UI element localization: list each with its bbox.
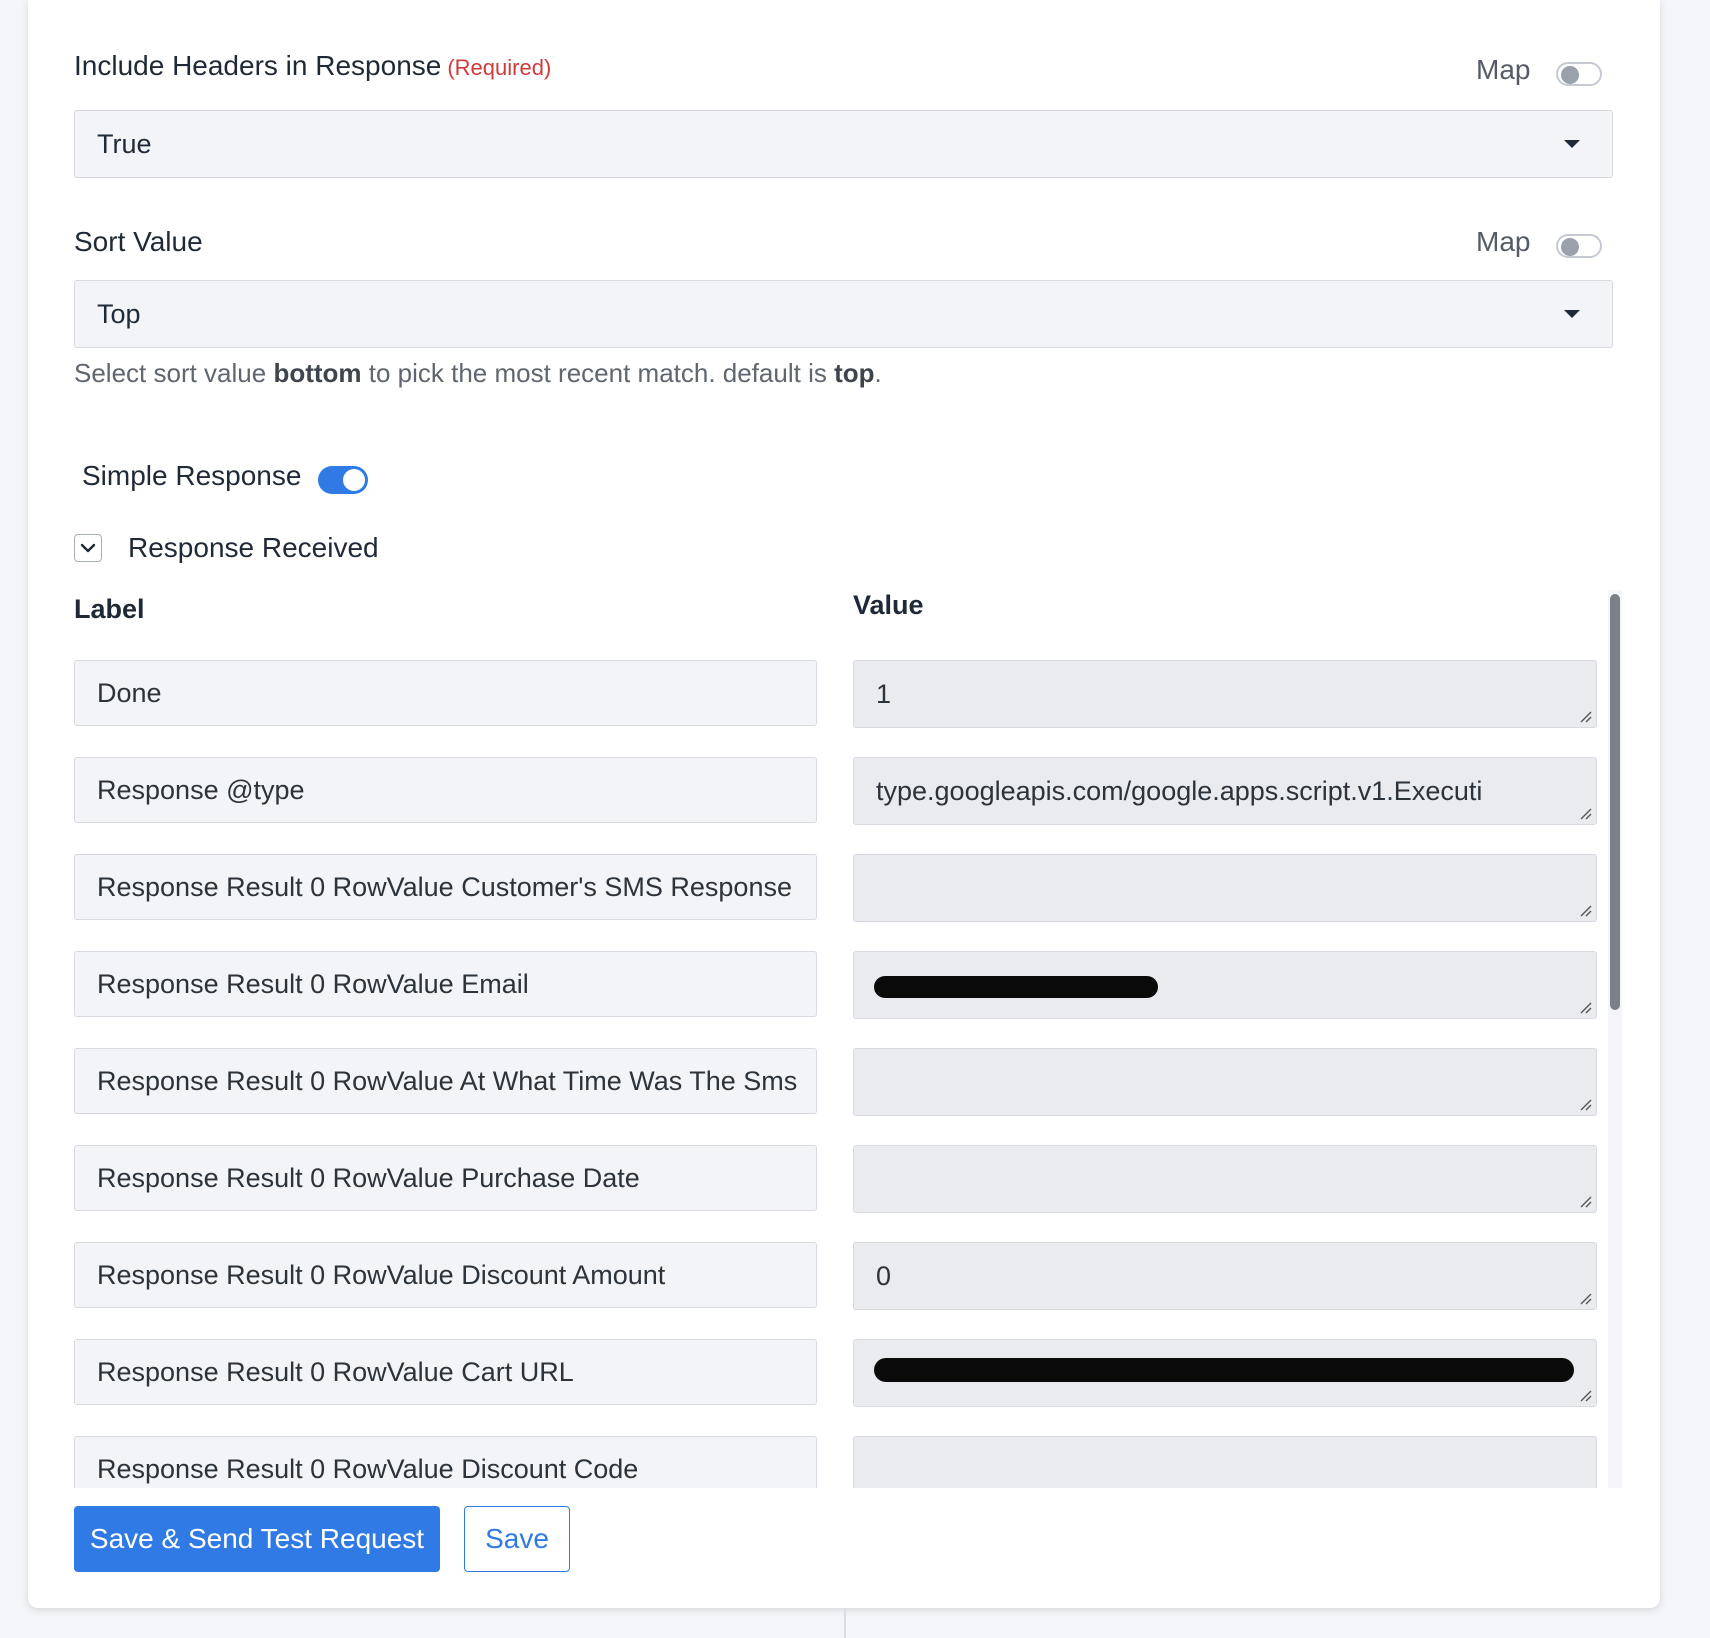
row-value-field[interactable]: 1 [853,660,1597,728]
row-label-text: Response Result 0 RowValue Customer's SM… [97,872,792,902]
resize-handle-icon[interactable] [1578,1388,1592,1402]
row-label-field[interactable]: Done [74,660,817,726]
toggle-knob [343,469,365,491]
include-headers-map-toggle[interactable] [1556,62,1602,86]
row-label-text: Response Result 0 RowValue Discount Amou… [97,1260,666,1290]
redacted-url-mark [874,1358,1574,1382]
resize-handle-icon[interactable] [1578,709,1592,723]
help-bold-top: top [834,358,875,388]
table-row: Response Result 0 RowValue Cart URL [28,1327,1660,1407]
resize-handle-icon[interactable] [1578,806,1592,820]
response-table: Done 1 Response @type type.googleapis.co… [28,648,1660,1488]
table-row: Response Result 0 RowValue Discount Amou… [28,1230,1660,1310]
help-bold-bottom: bottom [273,358,362,388]
step-config-card: Include Headers in Response (Required) Ma… [28,0,1660,1608]
row-label-field[interactable]: Response Result 0 RowValue Discount Amou… [74,1242,817,1308]
table-row: Response Result 0 RowValue Discount Code [28,1424,1660,1488]
save-button[interactable]: Save [464,1506,570,1572]
row-value-text: 1 [876,679,892,709]
row-value-field[interactable] [853,854,1597,922]
table-row: Response Result 0 RowValue At What Time … [28,1036,1660,1116]
row-value-field[interactable] [853,1339,1597,1407]
row-label-text: Response Result 0 RowValue Email [97,969,529,999]
include-headers-map-label: Map [1476,54,1531,85]
simple-response-label: Simple Response [82,460,302,491]
row-label-field[interactable]: Response Result 0 RowValue Email [74,951,817,1017]
row-label-field[interactable]: Response Result 0 RowValue Discount Code [74,1436,817,1488]
resize-handle-icon[interactable] [1578,1000,1592,1014]
row-label-text: Response Result 0 RowValue At What Time … [97,1066,798,1096]
include-headers-label: Include Headers in Response (Required) [74,50,551,82]
row-value-field[interactable] [853,951,1597,1019]
divider [844,1608,846,1638]
value-column-header: Value [853,590,924,620]
row-label-field[interactable]: Response Result 0 RowValue Cart URL [74,1339,817,1405]
required-tag: (Required) [447,55,552,80]
response-received-label: Response Received [128,532,379,563]
table-row: Response @type type.googleapis.com/googl… [28,745,1660,825]
table-row: Response Result 0 RowValue Customer's SM… [28,842,1660,922]
sort-value-label: Sort Value [74,226,203,257]
row-value-field[interactable]: 0 [853,1242,1597,1310]
include-headers-selected: True [97,129,152,159]
table-row: Response Result 0 RowValue Purchase Date [28,1133,1660,1213]
chevron-down-icon [80,543,96,553]
row-value-field[interactable] [853,1048,1597,1116]
help-suffix: . [874,358,882,388]
resize-handle-icon[interactable] [1578,1194,1592,1208]
help-middle: to pick the most recent match. default i… [361,358,835,388]
row-label-field[interactable]: Response Result 0 RowValue Customer's SM… [74,854,817,920]
redacted-email-mark [874,976,1158,998]
include-headers-select[interactable]: True [74,110,1613,178]
row-value-field[interactable] [853,1145,1597,1213]
help-prefix: Select sort value [74,358,274,388]
table-row: Done 1 [28,648,1660,728]
row-value-text: type.googleapis.com/google.apps.script.v… [876,776,1483,806]
sort-value-map-label: Map [1476,226,1531,257]
save-and-send-test-request-button[interactable]: Save & Send Test Request [74,1506,440,1572]
row-label-field[interactable]: Response Result 0 RowValue Purchase Date [74,1145,817,1211]
table-row: Response Result 0 RowValue Email [28,939,1660,1019]
row-value-field[interactable]: type.googleapis.com/google.apps.script.v… [853,757,1597,825]
row-label-field[interactable]: Response @type [74,757,817,823]
toggle-knob [1561,238,1579,256]
row-value-field[interactable] [853,1436,1597,1488]
sort-value-help-text: Select sort value bottom to pick the mos… [74,358,882,389]
sort-value-select[interactable]: Top [74,280,1613,348]
label-column-header: Label [74,594,145,624]
response-received-collapse-button[interactable] [74,534,102,562]
row-label-text: Response Result 0 RowValue Purchase Date [97,1163,640,1193]
resize-handle-icon[interactable] [1578,1291,1592,1305]
caret-down-icon [1564,140,1580,148]
row-label-text: Response @type [97,775,305,805]
row-label-field[interactable]: Response Result 0 RowValue At What Time … [74,1048,817,1114]
resize-handle-icon[interactable] [1578,903,1592,917]
caret-down-icon [1564,310,1580,318]
include-headers-label-text: Include Headers in Response [74,50,442,81]
simple-response-toggle[interactable] [318,466,368,494]
sort-value-selected: Top [97,299,141,329]
row-label-text: Response Result 0 RowValue Cart URL [97,1357,574,1387]
row-value-text: 0 [876,1261,892,1291]
resize-handle-icon[interactable] [1578,1097,1592,1111]
row-label-text: Response Result 0 RowValue Discount Code [97,1454,639,1484]
sort-value-map-toggle[interactable] [1556,234,1602,258]
toggle-knob [1561,66,1579,84]
row-label-text: Done [97,678,162,708]
